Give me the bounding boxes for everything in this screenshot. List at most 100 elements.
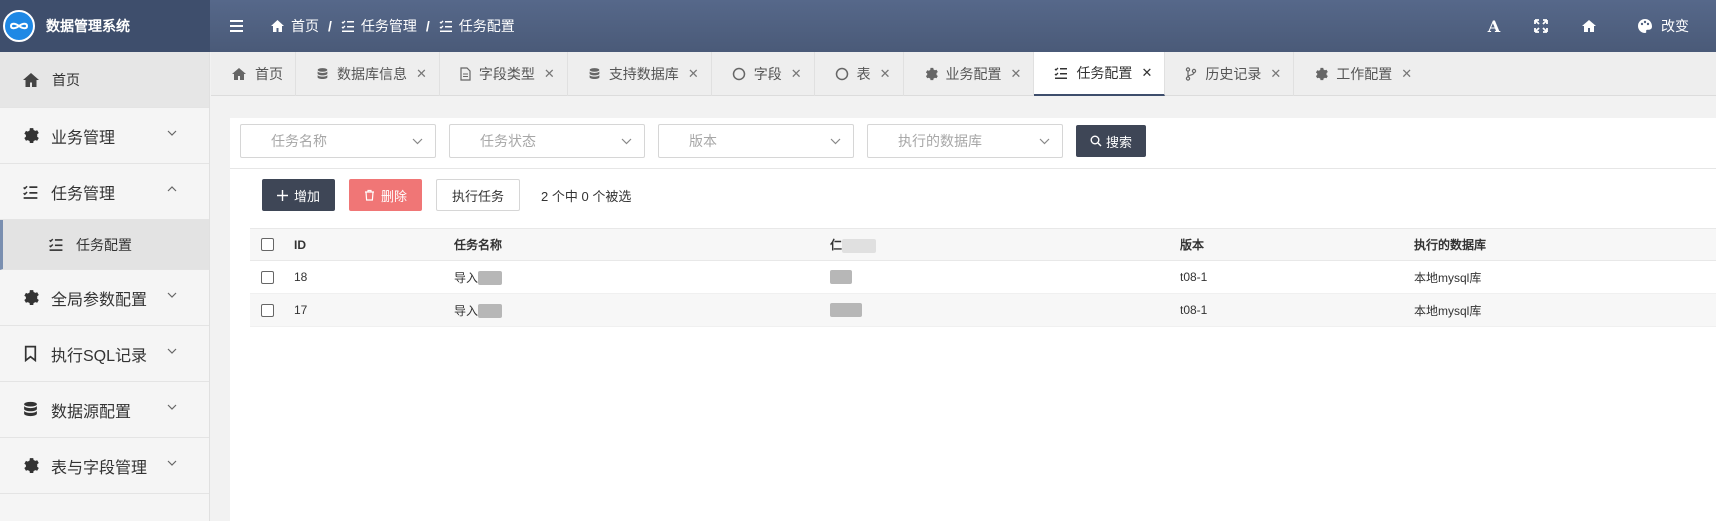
tab-work-config[interactable]: 工作配置 ✕ — [1294, 52, 1424, 96]
sidebar-item-label: 执行SQL记录 — [51, 347, 148, 365]
redacted-block — [478, 304, 503, 319]
close-icon[interactable]: ✕ — [688, 66, 699, 82]
version-filter[interactable]: 版本 — [658, 124, 854, 158]
row-checkbox[interactable] — [261, 303, 274, 317]
tab-label: 支持数据库 — [608, 66, 679, 82]
tab-table[interactable]: 表 ✕ — [815, 52, 904, 96]
task-status-filter[interactable]: 任务状态 — [449, 124, 645, 158]
sidebar-item-home[interactable]: 首页 — [0, 52, 209, 108]
theme-switch-button[interactable]: 改变 — [1637, 16, 1689, 36]
home-button[interactable] — [1579, 16, 1599, 36]
redacted-block — [478, 271, 503, 286]
add-button[interactable]: 增加 — [262, 179, 336, 211]
tab-label: 业务配置 — [945, 66, 1002, 82]
gear-icon — [24, 458, 39, 473]
redacted-block — [830, 303, 862, 318]
row-checkbox[interactable] — [261, 270, 274, 284]
close-icon[interactable]: ✕ — [1141, 65, 1152, 81]
close-icon[interactable]: ✕ — [1270, 66, 1281, 82]
header-version[interactable]: 版本 — [1180, 236, 1204, 253]
tab-label: 工作配置 — [1336, 66, 1393, 82]
execute-task-label: 执行任务 — [452, 188, 505, 204]
header-id[interactable]: ID — [294, 238, 306, 252]
chevron-up-icon — [167, 186, 177, 192]
delete-button[interactable]: 删除 — [349, 179, 423, 211]
tab-label: 任务配置 — [1076, 65, 1133, 81]
tab-supported-db[interactable]: 支持数据库 ✕ — [568, 52, 712, 96]
gear-icon — [925, 67, 938, 81]
close-icon[interactable]: ✕ — [1011, 66, 1022, 82]
cell-redacted — [830, 303, 862, 318]
header-task-name[interactable]: 任务名称 — [454, 236, 502, 253]
header-redacted-label: 仁 — [830, 238, 843, 252]
sidebar-item-global-params[interactable]: 全局参数配置 — [0, 270, 209, 326]
cell-task-name: 导入 — [454, 302, 503, 319]
plus-icon — [277, 189, 288, 201]
search-button[interactable]: 搜索 — [1076, 125, 1147, 157]
chevron-down-icon — [167, 292, 177, 298]
sidebar-item-label: 业务管理 — [51, 129, 116, 147]
cell-redacted — [830, 270, 852, 285]
tab-label: 字段类型 — [478, 66, 535, 82]
redacted-block — [842, 238, 877, 253]
exec-db-filter[interactable]: 执行的数据库 — [867, 124, 1063, 158]
cell-version: t08-1 — [1180, 270, 1208, 284]
tab-business-config[interactable]: 业务配置 ✕ — [904, 52, 1035, 96]
font-size-button[interactable]: A — [1484, 16, 1504, 36]
select-all-checkbox[interactable] — [261, 238, 274, 251]
chevron-down-icon — [412, 138, 423, 145]
close-icon[interactable]: ✕ — [1401, 66, 1412, 82]
tab-label: 首页 — [255, 66, 283, 82]
sidebar-item-datasource[interactable]: 数据源配置 — [0, 382, 209, 438]
chevron-down-icon — [167, 404, 177, 410]
sidebar-item-label: 全局参数配置 — [51, 291, 148, 309]
chevron-down-icon — [1039, 138, 1050, 145]
tab-label: 字段 — [753, 66, 782, 82]
table-row[interactable]: 17 导入 t08-1 本地mysql库 — [250, 294, 1716, 327]
fullscreen-button[interactable] — [1531, 16, 1551, 36]
infinity-logo-icon — [3, 10, 35, 42]
tab-field-type[interactable]: 字段类型 ✕ — [440, 52, 568, 96]
database-icon — [317, 68, 328, 80]
close-icon[interactable]: ✕ — [791, 66, 802, 82]
add-button-label: 增加 — [294, 188, 321, 204]
search-button-label: 搜索 — [1106, 134, 1133, 150]
cell-id: 17 — [294, 303, 308, 317]
sidebar-item-business[interactable]: 业务管理 — [0, 108, 209, 164]
sidebar-subitem-task-config[interactable]: 任务配置 — [0, 220, 209, 270]
selection-info: 2 个中 0 个被选 — [541, 188, 632, 204]
gear-icon — [24, 290, 39, 305]
breadcrumb-task-management[interactable]: 任务管理 — [341, 16, 417, 36]
sidebar-item-task-management[interactable]: 任务管理 — [0, 164, 209, 220]
table-row[interactable]: 18 导入 t08-1 本地mysql库 — [250, 261, 1716, 294]
app-title: 数据管理系统 — [46, 18, 130, 34]
tab-task-config[interactable]: 任务配置 ✕ — [1034, 52, 1166, 96]
breadcrumb-home[interactable]: 首页 — [270, 16, 319, 36]
cell-id: 18 — [294, 270, 308, 284]
tabs-bar: 首页 数据库信息 ✕ 字段类型 ✕ 支持数据库 ✕ 字段 ✕ 表 ✕ 业务配置 … — [211, 52, 1716, 96]
tab-field[interactable]: 字段 ✕ — [712, 52, 815, 96]
theme-label: 改变 — [1661, 18, 1689, 34]
tab-database-info[interactable]: 数据库信息 ✕ — [296, 52, 440, 96]
task-name-filter[interactable]: 任务名称 — [240, 124, 436, 158]
tab-history[interactable]: 历史记录 ✕ — [1165, 52, 1295, 96]
execute-task-button[interactable]: 执行任务 — [436, 179, 521, 211]
header-redacted[interactable]: 仁 — [830, 236, 877, 253]
close-icon[interactable]: ✕ — [880, 66, 891, 82]
chevron-down-icon — [830, 138, 841, 145]
breadcrumb-section-label: 任务管理 — [360, 18, 417, 34]
close-icon[interactable]: ✕ — [544, 66, 555, 82]
sidebar-item-sql-records[interactable]: 执行SQL记录 — [0, 326, 209, 382]
sidebar-item-table-field[interactable]: 表与字段管理 — [0, 438, 209, 494]
close-icon[interactable]: ✕ — [416, 66, 427, 82]
gear-icon — [24, 128, 39, 143]
home-icon — [232, 68, 246, 80]
tab-home[interactable]: 首页 — [211, 52, 296, 96]
breadcrumb-page-label: 任务配置 — [458, 18, 515, 34]
hamburger-menu-icon[interactable] — [228, 17, 246, 35]
top-tools: A 改变 — [1484, 16, 1689, 36]
header-exec-db[interactable]: 执行的数据库 — [1414, 236, 1486, 253]
tasklist-icon — [49, 238, 63, 251]
circle-icon — [835, 67, 848, 81]
cell-exec-db: 本地mysql库 — [1414, 270, 1482, 285]
